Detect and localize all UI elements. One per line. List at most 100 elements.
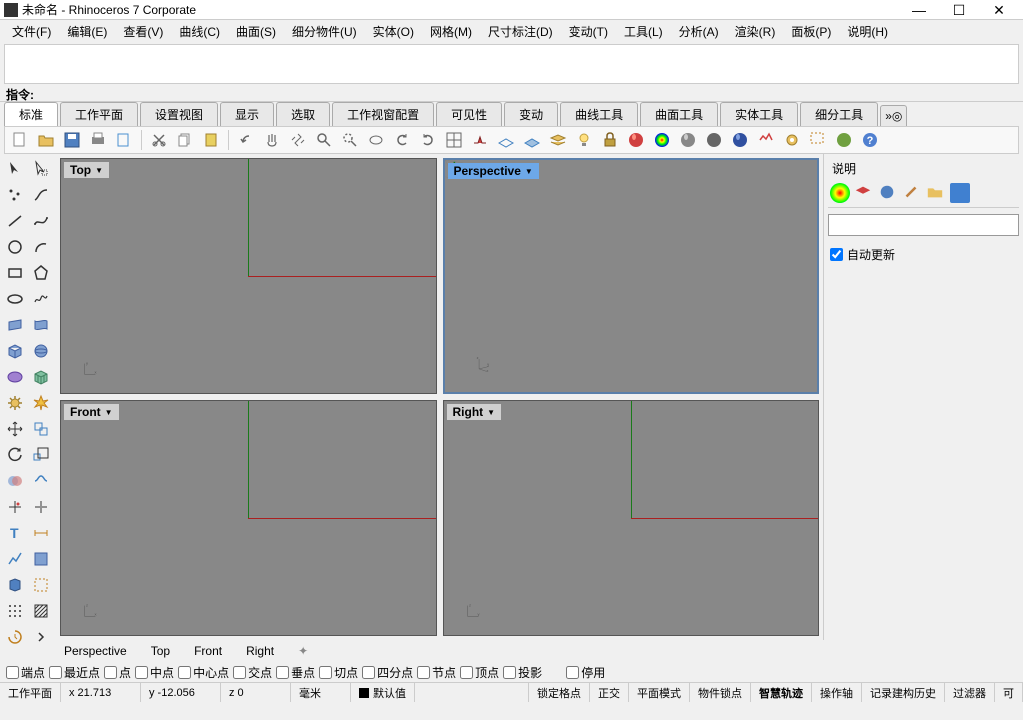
named-view-icon[interactable] [469, 129, 491, 151]
status-gumball[interactable]: 操作轴 [812, 683, 862, 702]
auto-update-check[interactable] [830, 248, 843, 261]
menu-analyze[interactable]: 分析(A) [671, 21, 727, 42]
menu-mesh[interactable]: 网格(M) [422, 21, 480, 42]
ghosted-icon[interactable] [703, 129, 725, 151]
new-viewport-icon[interactable] [807, 129, 829, 151]
menu-dimension[interactable]: 尺寸标注(D) [480, 21, 561, 42]
help-icon[interactable]: ? [859, 129, 881, 151]
tab-display[interactable]: 显示 [220, 102, 274, 126]
tab-subdtools[interactable]: 细分工具 [800, 102, 878, 126]
snap-end[interactable]: 端点 [6, 664, 45, 681]
curve-icon[interactable] [28, 182, 53, 207]
tab-transform[interactable]: 变动 [504, 102, 558, 126]
lock-icon[interactable] [599, 129, 621, 151]
snap-mid[interactable]: 中点 [135, 664, 174, 681]
hatch-icon[interactable] [28, 598, 53, 623]
zoom-selected-icon[interactable] [365, 129, 387, 151]
properties-panel-icon[interactable] [830, 183, 850, 203]
status-cplane[interactable]: 工作平面 [0, 683, 61, 702]
pan-icon[interactable] [261, 129, 283, 151]
tab-more[interactable]: »◎ [880, 105, 907, 126]
tab-select[interactable]: 选取 [276, 102, 330, 126]
import-icon[interactable] [113, 129, 135, 151]
render-preview-icon[interactable] [651, 129, 673, 151]
menu-edit[interactable]: 编辑(E) [59, 21, 115, 42]
snap-vertex[interactable]: 顶点 [460, 664, 499, 681]
four-viewport-icon[interactable] [443, 129, 465, 151]
block-icon[interactable] [2, 572, 27, 597]
redo-view-icon[interactable] [417, 129, 439, 151]
explode-icon[interactable] [28, 390, 53, 415]
array-icon[interactable] [2, 598, 27, 623]
loft-icon[interactable] [28, 312, 53, 337]
display-panel-icon[interactable] [878, 183, 898, 203]
vtab-top[interactable]: Top [147, 642, 174, 660]
vtab-right[interactable]: Right [242, 642, 278, 660]
snap-near[interactable]: 最近点 [49, 664, 100, 681]
menu-transform[interactable]: 变动(T) [561, 21, 616, 42]
point-icon[interactable] [2, 182, 27, 207]
gear-icon[interactable] [2, 390, 27, 415]
status-history[interactable]: 记录建构历史 [862, 683, 945, 702]
status-filter[interactable]: 过滤器 [945, 683, 995, 702]
cut-icon[interactable] [148, 129, 170, 151]
minimize-button[interactable]: — [899, 1, 939, 19]
menu-curve[interactable]: 曲线(C) [171, 21, 228, 42]
interpcrv-icon[interactable] [28, 208, 53, 233]
layers-panel-icon[interactable] [854, 183, 874, 203]
vtab-perspective[interactable]: Perspective [60, 642, 131, 660]
help-panel-icon[interactable] [950, 183, 970, 203]
rotate-view-icon[interactable] [287, 129, 309, 151]
grasshopper-icon[interactable] [833, 129, 855, 151]
options-icon[interactable] [781, 129, 803, 151]
rotate-icon[interactable] [2, 442, 27, 467]
auto-update-checkbox[interactable]: 自动更新 [828, 242, 1019, 267]
snap-int[interactable]: 交点 [233, 664, 272, 681]
snap-project[interactable]: 投影 [503, 664, 542, 681]
menu-surface[interactable]: 曲面(S) [228, 21, 284, 42]
paste-icon[interactable] [200, 129, 222, 151]
viewport-right[interactable]: Right▼ zy [443, 400, 820, 636]
set-cplane-icon[interactable] [495, 129, 517, 151]
viewport-label[interactable]: Top▼ [64, 162, 109, 178]
render-shade-icon[interactable] [729, 129, 751, 151]
tab-standard[interactable]: 标准 [4, 102, 58, 126]
boolean-icon[interactable] [2, 468, 27, 493]
split-icon[interactable] [28, 494, 53, 519]
snap-tan[interactable]: 切点 [319, 664, 358, 681]
pointer-icon[interactable] [2, 156, 27, 181]
zoom-extents-icon[interactable] [339, 129, 361, 151]
sketch-icon[interactable] [28, 286, 53, 311]
zoom-icon[interactable] [313, 129, 335, 151]
tab-curvetools[interactable]: 曲线工具 [560, 102, 638, 126]
undo-view-icon[interactable] [391, 129, 413, 151]
light-icon[interactable] [573, 129, 595, 151]
cplane-3pt-icon[interactable] [521, 129, 543, 151]
snap-perp[interactable]: 垂点 [276, 664, 315, 681]
snap-cen[interactable]: 中心点 [178, 664, 229, 681]
scale-icon[interactable] [28, 442, 53, 467]
status-layer[interactable]: 默认值 [351, 683, 415, 702]
tab-visibility[interactable]: 可见性 [436, 102, 502, 126]
menu-tools[interactable]: 工具(L) [616, 21, 671, 42]
dimension-icon[interactable] [28, 520, 53, 545]
undo-icon[interactable] [235, 129, 257, 151]
subd-icon[interactable] [2, 364, 27, 389]
copy-icon[interactable] [174, 129, 196, 151]
rectangle-icon[interactable] [2, 260, 27, 285]
viewport-label[interactable]: Perspective▼ [448, 163, 539, 179]
close-button[interactable]: ✕ [979, 1, 1019, 19]
tab-setview[interactable]: 设置视图 [140, 102, 218, 126]
analysis-icon[interactable] [2, 546, 27, 571]
mesh-icon[interactable] [28, 364, 53, 389]
lasso-icon[interactable] [28, 156, 53, 181]
properties-icon[interactable] [755, 129, 777, 151]
status-ortho[interactable]: 正交 [590, 683, 629, 702]
menu-solid[interactable]: 实体(O) [365, 21, 422, 42]
save-icon[interactable] [61, 129, 83, 151]
print-icon[interactable] [87, 129, 109, 151]
sphere-icon[interactable] [28, 338, 53, 363]
shade-icon[interactable] [677, 129, 699, 151]
viewport-label[interactable]: Right▼ [447, 404, 502, 420]
viewport-front[interactable]: Front▼ zx [60, 400, 437, 636]
